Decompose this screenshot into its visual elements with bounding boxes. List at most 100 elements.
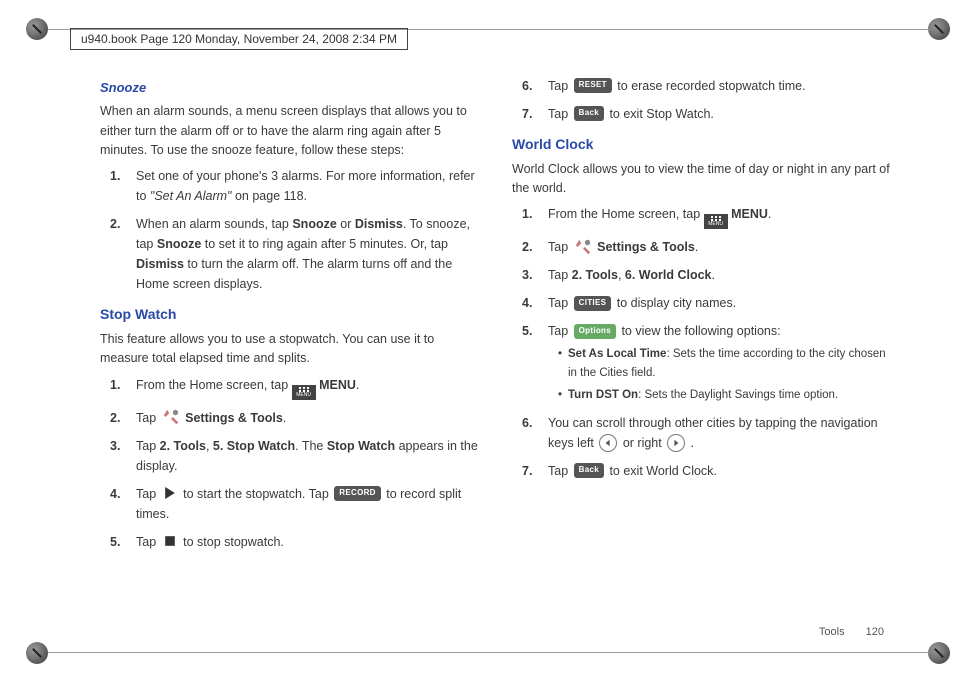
options-bullets: Set As Local Time: Sets the time accordi… bbox=[548, 345, 894, 404]
settings-tools-icon bbox=[162, 408, 180, 426]
text: Tap bbox=[136, 535, 160, 549]
menu-icon: MENU bbox=[292, 385, 316, 400]
snooze-intro: When an alarm sounds, a menu screen disp… bbox=[100, 102, 482, 160]
list-item: 2. Tap Settings & Tools. bbox=[530, 237, 894, 257]
list-item: 5. Tap to stop stopwatch. bbox=[118, 532, 482, 552]
bold: Settings & Tools bbox=[185, 411, 283, 425]
list-item: 1. From the Home screen, tap MENU MENU. bbox=[530, 204, 894, 229]
column-left: Snooze When an alarm sounds, a menu scre… bbox=[100, 72, 482, 622]
text: to start the stopwatch. Tap bbox=[183, 487, 332, 501]
text: on page 118. bbox=[232, 189, 308, 203]
text: Tap bbox=[136, 411, 160, 425]
list-item: 7. Tap Back to exit Stop Watch. bbox=[530, 104, 894, 124]
column-right: 6. Tap RESET to erase recorded stopwatch… bbox=[512, 72, 894, 622]
text: to view the following options: bbox=[621, 324, 780, 338]
list-item: Turn DST On: Sets the Daylight Savings t… bbox=[558, 386, 894, 404]
bold: Settings & Tools bbox=[597, 240, 695, 254]
list-item: 3. Tap 2. Tools, 5. Stop Watch. The Stop… bbox=[118, 436, 482, 476]
nav-left-icon bbox=[599, 434, 617, 452]
text: Tap bbox=[548, 296, 572, 310]
text: Tap bbox=[548, 268, 572, 282]
page-footer: Tools 120 bbox=[819, 626, 884, 638]
reset-key-icon: RESET bbox=[574, 78, 612, 93]
heading-worldclock: World Clock bbox=[512, 134, 894, 156]
crop-mark-icon bbox=[928, 18, 950, 40]
bold: Stop Watch bbox=[327, 439, 395, 453]
settings-tools-icon bbox=[574, 238, 592, 256]
text: . The bbox=[295, 439, 327, 453]
page-reference: u940.book Page 120 Monday, November 24, … bbox=[70, 28, 408, 50]
play-icon bbox=[162, 486, 178, 500]
snooze-steps: 1. Set one of your phone's 3 alarms. For… bbox=[100, 166, 482, 294]
bold: Set As Local Time bbox=[568, 348, 666, 360]
list-item: 4. Tap CITIES to display city names. bbox=[530, 293, 894, 313]
bold: MENU bbox=[319, 378, 356, 392]
crop-mark-icon bbox=[928, 642, 950, 664]
back-key-icon: Back bbox=[574, 106, 604, 121]
text: to turn the alarm off. The alarm turns o… bbox=[136, 257, 452, 291]
bold: Turn DST On bbox=[568, 389, 638, 401]
list-item: 6. You can scroll through other cities b… bbox=[530, 413, 894, 453]
worldclock-intro: World Clock allows you to view the time … bbox=[512, 160, 894, 199]
text: From the Home screen, tap bbox=[136, 378, 292, 392]
text: , bbox=[618, 268, 625, 282]
list-item: 3. Tap 2. Tools, 6. World Clock. bbox=[530, 265, 894, 285]
list-item: 2. Tap Settings & Tools. bbox=[118, 408, 482, 428]
bold: 5. Stop Watch bbox=[213, 439, 295, 453]
bold: Dismiss bbox=[136, 257, 184, 271]
text: Tap bbox=[548, 79, 572, 93]
text: , bbox=[206, 439, 213, 453]
text: to erase recorded stopwatch time. bbox=[617, 79, 805, 93]
heading-stopwatch: Stop Watch bbox=[100, 304, 482, 326]
bold: 2. Tools bbox=[160, 439, 206, 453]
list-item: 2. When an alarm sounds, tap Snooze or D… bbox=[118, 214, 482, 294]
text: : Sets the Daylight Savings time option. bbox=[638, 389, 838, 401]
list-item: 5. Tap Options to view the following opt… bbox=[530, 321, 894, 404]
text: Tap bbox=[548, 240, 572, 254]
bold: Snooze bbox=[292, 217, 336, 231]
text: to set it to ring again after 5 minutes.… bbox=[201, 237, 448, 251]
text: From the Home screen, tap bbox=[548, 207, 704, 221]
stopwatch-steps-cont: 6. Tap RESET to erase recorded stopwatch… bbox=[512, 76, 894, 124]
options-key-icon: Options bbox=[574, 324, 616, 339]
text: You can scroll through other cities by t… bbox=[548, 416, 878, 450]
menu-icon: MENU bbox=[704, 214, 728, 229]
bold: 6. World Clock bbox=[625, 268, 712, 282]
stopwatch-steps: 1. From the Home screen, tap MENU MENU. … bbox=[100, 375, 482, 552]
crop-guide bbox=[48, 652, 930, 653]
text: to stop stopwatch. bbox=[183, 535, 284, 549]
list-item: 1. From the Home screen, tap MENU MENU. bbox=[118, 375, 482, 400]
page-content: Snooze When an alarm sounds, a menu scre… bbox=[100, 72, 894, 622]
list-item: Set As Local Time: Sets the time accordi… bbox=[558, 345, 894, 382]
text: Tap bbox=[548, 324, 572, 338]
worldclock-steps: 1. From the Home screen, tap MENU MENU. … bbox=[512, 204, 894, 480]
text: Tap bbox=[548, 464, 572, 478]
text: to display city names. bbox=[617, 296, 737, 310]
nav-right-icon bbox=[667, 434, 685, 452]
bold: Dismiss bbox=[355, 217, 403, 231]
list-item: 6. Tap RESET to erase recorded stopwatch… bbox=[530, 76, 894, 96]
text: or bbox=[337, 217, 355, 231]
text: When an alarm sounds, tap bbox=[136, 217, 292, 231]
text: Tap bbox=[136, 487, 160, 501]
ref-italic: "Set An Alarm" bbox=[150, 189, 232, 203]
text: to exit World Clock. bbox=[609, 464, 716, 478]
list-item: 1. Set one of your phone's 3 alarms. For… bbox=[118, 166, 482, 206]
record-key-icon: RECORD bbox=[334, 486, 380, 501]
cities-key-icon: CITIES bbox=[574, 296, 612, 311]
stopwatch-intro: This feature allows you to use a stopwat… bbox=[100, 330, 482, 369]
text: or right bbox=[623, 436, 665, 450]
crop-mark-icon bbox=[26, 642, 48, 664]
text: Tap bbox=[136, 439, 160, 453]
crop-mark-icon bbox=[26, 18, 48, 40]
page-number: 120 bbox=[866, 626, 884, 638]
back-key-icon: Back bbox=[574, 463, 604, 478]
list-item: 4. Tap to start the stopwatch. Tap RECOR… bbox=[118, 484, 482, 524]
text: to exit Stop Watch. bbox=[609, 107, 713, 121]
heading-snooze: Snooze bbox=[100, 78, 482, 98]
list-item: 7. Tap Back to exit World Clock. bbox=[530, 461, 894, 481]
bold: Snooze bbox=[157, 237, 201, 251]
stop-icon bbox=[162, 534, 178, 548]
text: Tap bbox=[548, 107, 572, 121]
footer-section: Tools bbox=[819, 626, 845, 638]
